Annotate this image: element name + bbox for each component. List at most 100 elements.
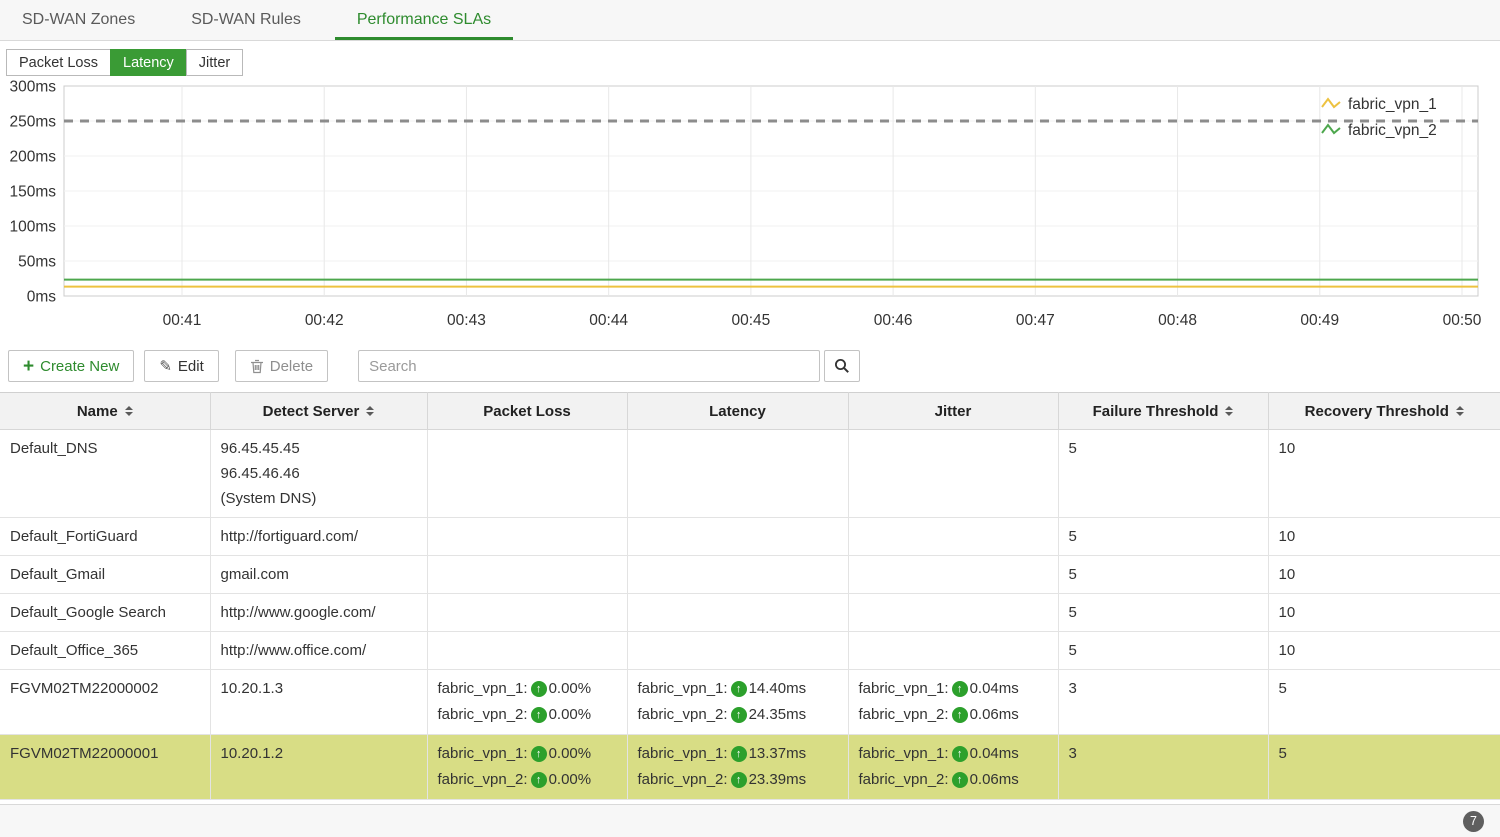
edit-label: Edit <box>178 358 204 375</box>
search-icon <box>834 358 850 374</box>
status-up-icon: ↑ <box>531 772 547 788</box>
jitter-cell <box>848 430 1058 518</box>
member-label: fabric_vpn_2: <box>438 767 528 793</box>
col-header-failure-threshold[interactable]: Failure Threshold <box>1058 393 1268 430</box>
failure-threshold-cell: 3 <box>1058 670 1268 735</box>
table-row[interactable]: FGVM02TM22000002 10.20.1.3 fabric_vpn_1:… <box>0 670 1500 735</box>
col-header-detect-server[interactable]: Detect Server <box>210 393 427 430</box>
footer-bar: 7 <box>0 804 1500 837</box>
metric-value: 0.00% <box>549 702 592 728</box>
metric-value: 24.35ms <box>749 702 807 728</box>
detect-server-line: 10.20.1.2 <box>221 741 417 766</box>
table-row[interactable]: FGVM02TM22000001 10.20.1.2 fabric_vpn_1:… <box>0 735 1500 800</box>
metric-value: 0.00% <box>549 741 592 767</box>
member-label: fabric_vpn_2: <box>859 767 949 793</box>
detect-server-line: http://www.google.com/ <box>221 600 417 625</box>
sla-name-cell: Default_Google Search <box>0 594 210 632</box>
col-header-recovery-threshold[interactable]: Recovery Threshold <box>1268 393 1500 430</box>
search-input[interactable] <box>358 350 820 382</box>
jitter-cell <box>848 594 1058 632</box>
table-row[interactable]: Default_Gmail gmail.com 5 10 <box>0 556 1500 594</box>
col-header-packet-loss-label: Packet Loss <box>483 403 571 420</box>
packet-loss-cell <box>427 556 627 594</box>
table-toolbar: + Create New ✎ Edit Delete <box>0 342 1500 392</box>
svg-text:150ms: 150ms <box>9 184 56 201</box>
status-up-icon: ↑ <box>952 707 968 723</box>
metric-value: 0.00% <box>549 676 592 702</box>
pencil-icon: ✎ <box>159 357 172 375</box>
col-header-name[interactable]: Name <box>0 393 210 430</box>
svg-text:00:41: 00:41 <box>163 312 202 329</box>
table-row[interactable]: Default_DNS 96.45.45.4596.45.46.46(Syste… <box>0 430 1500 518</box>
sla-name-cell: Default_FortiGuard <box>0 518 210 556</box>
svg-text:0ms: 0ms <box>27 289 57 306</box>
status-up-icon: ↑ <box>952 772 968 788</box>
delete-button[interactable]: Delete <box>235 350 328 382</box>
latency-entry: fabric_vpn_2:↑24.35ms <box>638 702 838 728</box>
status-up-icon: ↑ <box>952 746 968 762</box>
latency-cell <box>627 430 848 518</box>
jitter-entry: fabric_vpn_1:↑0.04ms <box>859 741 1048 767</box>
detect-server-line: 10.20.1.3 <box>221 676 417 701</box>
col-header-packet-loss: Packet Loss <box>427 393 627 430</box>
packet-loss-cell <box>427 518 627 556</box>
sort-icon <box>1456 402 1464 420</box>
table-row[interactable]: Default_FortiGuard http://fortiguard.com… <box>0 518 1500 556</box>
recovery-threshold-cell: 10 <box>1268 632 1500 670</box>
member-label: fabric_vpn_1: <box>859 741 949 767</box>
metric-tab-latency[interactable]: Latency <box>110 49 187 76</box>
detect-server-cell: 10.20.1.3 <box>210 670 427 735</box>
tab-sdwan-rules[interactable]: SD-WAN Rules <box>169 0 323 40</box>
detect-server-cell: http://www.office.com/ <box>210 632 427 670</box>
packet-loss-cell <box>427 430 627 518</box>
status-up-icon: ↑ <box>731 772 747 788</box>
detect-server-cell: http://www.google.com/ <box>210 594 427 632</box>
svg-text:50ms: 50ms <box>18 254 56 271</box>
metric-value: 0.06ms <box>970 767 1019 793</box>
metric-tab-jitter[interactable]: Jitter <box>186 49 243 76</box>
table-row[interactable]: Default_Google Search http://www.google.… <box>0 594 1500 632</box>
svg-text:250ms: 250ms <box>9 114 56 131</box>
col-header-name-label: Name <box>77 403 118 420</box>
packet-loss-cell <box>427 594 627 632</box>
failure-threshold-cell: 5 <box>1058 518 1268 556</box>
metric-tab-packet-loss[interactable]: Packet Loss <box>6 49 111 76</box>
latency-cell <box>627 632 848 670</box>
svg-text:00:49: 00:49 <box>1300 312 1339 329</box>
detect-server-line: http://fortiguard.com/ <box>221 524 417 549</box>
latency-cell: fabric_vpn_1:↑13.37msfabric_vpn_2:↑23.39… <box>627 735 848 800</box>
recovery-threshold-cell: 10 <box>1268 594 1500 632</box>
table-row[interactable]: Default_Office_365 http://www.office.com… <box>0 632 1500 670</box>
packet-loss-entry: fabric_vpn_1:↑0.00% <box>438 676 617 702</box>
tab-performance-slas[interactable]: Performance SLAs <box>335 0 513 40</box>
svg-text:300ms: 300ms <box>9 79 56 96</box>
create-new-button[interactable]: + Create New <box>8 350 134 382</box>
latency-entry: fabric_vpn_1:↑14.40ms <box>638 676 838 702</box>
col-header-detect-server-label: Detect Server <box>263 403 360 420</box>
tab-sdwan-zones[interactable]: SD-WAN Zones <box>0 0 157 40</box>
metric-value: 14.40ms <box>749 676 807 702</box>
status-up-icon: ↑ <box>531 681 547 697</box>
plus-icon: + <box>23 357 34 376</box>
packet-loss-entry: fabric_vpn_1:↑0.00% <box>438 741 617 767</box>
latency-chart-svg: 0ms50ms100ms150ms200ms250ms300ms00:4100:… <box>0 78 1500 340</box>
search-area <box>358 350 860 382</box>
svg-text:00:43: 00:43 <box>447 312 486 329</box>
member-label: fabric_vpn_1: <box>438 676 528 702</box>
latency-cell <box>627 518 848 556</box>
search-button[interactable] <box>824 350 860 382</box>
col-header-jitter-label: Jitter <box>935 403 972 420</box>
col-header-latency-label: Latency <box>709 403 766 420</box>
edit-button[interactable]: ✎ Edit <box>144 350 218 382</box>
jitter-entry: fabric_vpn_2:↑0.06ms <box>859 767 1048 793</box>
status-up-icon: ↑ <box>531 746 547 762</box>
failure-threshold-cell: 5 <box>1058 430 1268 518</box>
sort-icon <box>366 402 374 420</box>
row-count-badge: 7 <box>1463 811 1484 832</box>
packet-loss-cell: fabric_vpn_1:↑0.00%fabric_vpn_2:↑0.00% <box>427 735 627 800</box>
col-header-failure-threshold-label: Failure Threshold <box>1093 403 1219 420</box>
recovery-threshold-cell: 5 <box>1268 735 1500 800</box>
member-label: fabric_vpn_1: <box>638 676 728 702</box>
member-label: fabric_vpn_2: <box>638 767 728 793</box>
svg-text:00:44: 00:44 <box>589 312 628 329</box>
